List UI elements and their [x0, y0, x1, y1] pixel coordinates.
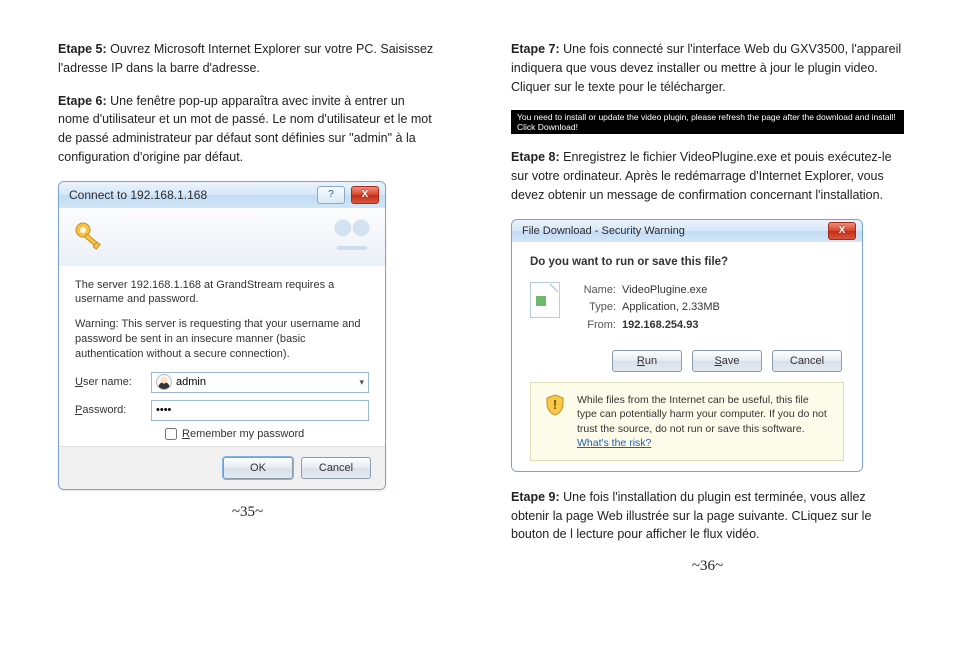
step6-text: Une fenêtre pop-up apparaîtra avec invit…: [58, 94, 432, 164]
password-input[interactable]: [156, 404, 364, 416]
close-icon: X: [362, 189, 369, 200]
page-number-right: ~36~: [511, 558, 904, 575]
run-button[interactable]: Run: [612, 350, 682, 372]
step-8: Etape 8: Enregistrez le fichier VideoPlu…: [511, 148, 904, 204]
plugin-banner[interactable]: You need to install or update the video …: [511, 110, 904, 134]
user-icon: [156, 374, 172, 390]
help-icon: ?: [328, 189, 334, 200]
auth-title: Connect to 192.168.1.168: [69, 188, 317, 202]
dl-question: Do you want to run or save this file?: [530, 256, 844, 268]
whats-the-risk-link[interactable]: What's the risk?: [577, 437, 651, 449]
keys-icon: [71, 218, 109, 256]
step6-label: Etape 6:: [58, 94, 107, 108]
from-value: 192.168.254.93: [622, 317, 698, 335]
auth-footer: OK Cancel: [59, 446, 385, 489]
file-info: Name: VideoPlugine.exe Type: Application, …: [530, 282, 844, 335]
type-key: Type:: [574, 299, 616, 317]
remember-checkbox[interactable]: [165, 428, 177, 440]
step-9: Etape 9: Une fois l'installation du plug…: [511, 488, 904, 544]
file-icon: [530, 282, 560, 318]
save-button[interactable]: Save: [692, 350, 762, 372]
close-button[interactable]: X: [351, 186, 379, 204]
username-row: User name: ▾: [75, 372, 369, 393]
step7-text: Une fois connecté sur l'interface Web du…: [511, 42, 901, 94]
header-decoration-icon: [329, 214, 375, 260]
security-warning: ! While files from the Internet can be u…: [530, 382, 844, 461]
file-kv: Name: VideoPlugine.exe Type: Application, …: [574, 282, 720, 335]
download-dialog: File Download - Security Warning X Do yo…: [511, 219, 863, 472]
step-5: Etape 5: Ouvrez Microsoft Internet Explo…: [58, 40, 437, 78]
step8-label: Etape 8:: [511, 150, 560, 164]
name-value: VideoPlugine.exe: [622, 282, 707, 300]
step-7: Etape 7: Une fois connecté sur l'interfa…: [511, 40, 904, 96]
step5-text: Ouvrez Microsoft Internet Explorer sur v…: [58, 42, 433, 75]
shield-icon: !: [543, 393, 567, 417]
page-number-left: ~35~: [58, 504, 437, 521]
auth-titlebar[interactable]: Connect to 192.168.1.168 ? X: [59, 182, 385, 208]
warning-body: While files from the Internet can be use…: [577, 394, 827, 434]
step5-label: Etape 5:: [58, 42, 107, 56]
help-button[interactable]: ?: [317, 186, 345, 204]
right-page: Etape 7: Une fois connecté sur l'interfa…: [477, 0, 954, 661]
dl-title: File Download - Security Warning: [522, 225, 828, 237]
username-label: User name:: [75, 376, 151, 388]
name-key: Name:: [574, 282, 616, 300]
auth-header-graphic: [59, 208, 385, 266]
step9-text: Une fois l'installation du plugin est te…: [511, 490, 871, 542]
remember-row[interactable]: Remember my password: [165, 428, 369, 440]
password-field[interactable]: [151, 400, 369, 421]
username-input[interactable]: [176, 376, 359, 388]
auth-dialog: Connect to 192.168.1.168 ? X The server …: [58, 181, 386, 490]
auth-line2: Warning: This server is requesting that …: [75, 317, 369, 362]
step7-label: Etape 7:: [511, 42, 560, 56]
close-icon: X: [839, 225, 846, 236]
username-field[interactable]: ▾: [151, 372, 369, 393]
chevron-down-icon[interactable]: ▾: [359, 377, 364, 388]
remember-label: Remember my password: [182, 428, 304, 440]
dl-body: Do you want to run or save this file? Na…: [512, 242, 862, 471]
auth-body: The server 192.168.1.168 at GrandStream …: [59, 266, 385, 446]
step8-text: Enregistrez le fichier VideoPlugine.exe …: [511, 150, 892, 202]
type-value: Application, 2.33MB: [622, 299, 720, 317]
dl-buttons: Run Save Cancel: [530, 350, 842, 372]
dl-close-button[interactable]: X: [828, 222, 856, 240]
auth-line1: The server 192.168.1.168 at GrandStream …: [75, 278, 369, 308]
dl-cancel-button[interactable]: Cancel: [772, 350, 842, 372]
step9-label: Etape 9:: [511, 490, 560, 504]
dl-titlebar[interactable]: File Download - Security Warning X: [512, 220, 862, 242]
warning-text: While files from the Internet can be use…: [577, 393, 831, 450]
from-key: From:: [574, 317, 616, 335]
step-6: Etape 6: Une fenêtre pop-up apparaîtra a…: [58, 92, 437, 167]
password-row: Password:: [75, 400, 369, 421]
cancel-button[interactable]: Cancel: [301, 457, 371, 479]
svg-text:!: !: [553, 397, 557, 412]
left-page: Etape 5: Ouvrez Microsoft Internet Explo…: [0, 0, 477, 661]
ok-button[interactable]: OK: [223, 457, 293, 479]
password-label: Password:: [75, 404, 151, 416]
